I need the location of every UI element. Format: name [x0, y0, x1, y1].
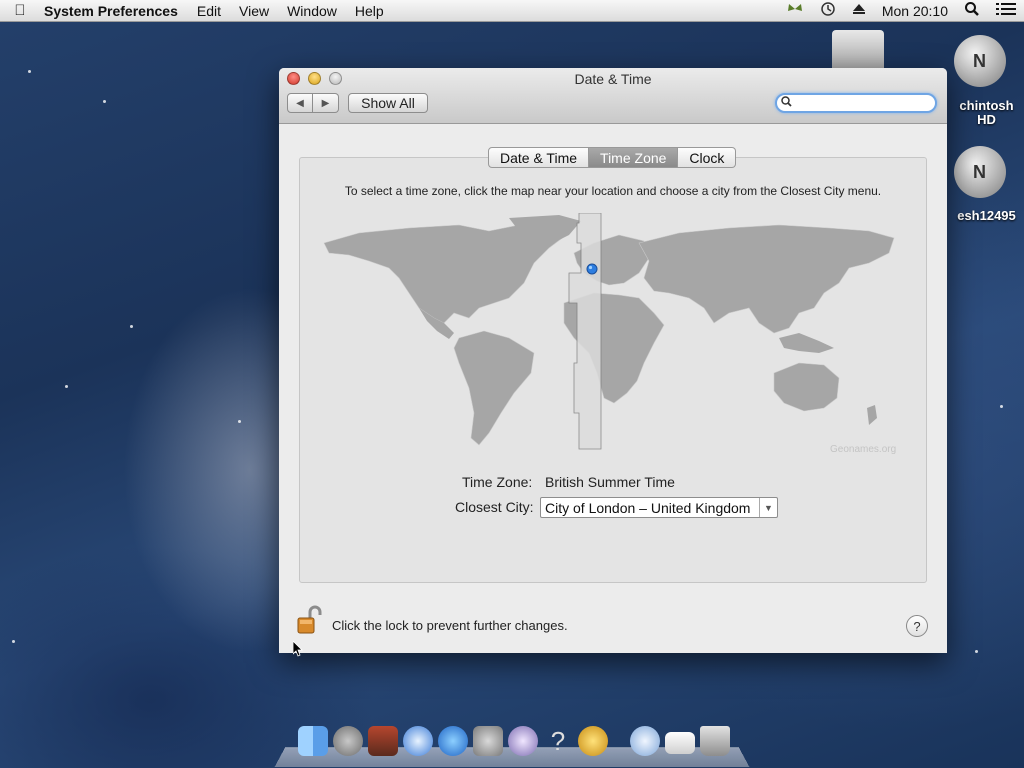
- back-button[interactable]: ◀: [287, 93, 313, 113]
- chevron-down-icon[interactable]: ▼: [759, 498, 777, 517]
- app-store-icon[interactable]: [438, 726, 468, 756]
- desktop-icon-label: esh12495: [957, 208, 1016, 223]
- lock-message: Click the lock to prevent further change…: [332, 618, 568, 633]
- launchpad-icon[interactable]: [333, 726, 363, 756]
- mouse-pointer-icon: [293, 641, 303, 657]
- trash-icon[interactable]: [700, 726, 730, 756]
- star: [28, 70, 31, 73]
- menu-app-name[interactable]: System Preferences: [40, 3, 188, 19]
- wizard-icon[interactable]: [508, 726, 538, 756]
- tab-bar: Date & Time Time Zone Clock: [488, 147, 737, 168]
- unlocked-padlock-icon[interactable]: [297, 605, 323, 635]
- butterfly-status-icon[interactable]: [778, 2, 812, 19]
- tab-date-time[interactable]: Date & Time: [488, 147, 590, 168]
- eject-icon[interactable]: [844, 2, 874, 19]
- desktop-icon-disk-2[interactable]: N esh12495: [935, 146, 1024, 223]
- show-all-button[interactable]: Show All: [348, 93, 428, 113]
- prohibited-app-icon[interactable]: [630, 726, 660, 756]
- help-icon[interactable]: ?: [543, 726, 573, 756]
- search-field[interactable]: [775, 93, 937, 113]
- star: [130, 325, 133, 328]
- star: [12, 640, 15, 643]
- safari-icon[interactable]: [403, 726, 433, 756]
- instructions-text: To select a time zone, click the map nea…: [344, 184, 882, 198]
- search-input[interactable]: [795, 96, 925, 111]
- menu-edit[interactable]: Edit: [188, 3, 230, 19]
- time-zone-label: Time Zone:: [462, 474, 533, 490]
- nav-buttons: ◀ ▶: [287, 93, 339, 113]
- star: [238, 420, 241, 423]
- photo-booth-icon[interactable]: [368, 726, 398, 756]
- forward-button[interactable]: ▶: [313, 93, 339, 113]
- apple-menu-icon[interactable]: : [0, 2, 40, 19]
- star: [1000, 405, 1003, 408]
- menu-bar:  System Preferences Edit View Window He…: [0, 0, 1024, 22]
- bee-icon[interactable]: [578, 726, 608, 756]
- notification-center-icon[interactable]: [988, 2, 1024, 19]
- search-icon: [781, 96, 792, 110]
- menu-window[interactable]: Window: [278, 3, 346, 19]
- star: [65, 385, 68, 388]
- date-time-window: Date & Time ◀ ▶ Show All Date & Time Tim…: [279, 68, 947, 653]
- star: [975, 650, 978, 653]
- menu-clock[interactable]: Mon 20:10: [874, 3, 956, 19]
- dock: ?: [274, 722, 750, 768]
- finder-icon[interactable]: [298, 726, 328, 756]
- spotlight-search-icon[interactable]: [956, 1, 988, 20]
- map-credit: Geonames.org: [830, 444, 897, 455]
- tab-clock[interactable]: Clock: [678, 147, 737, 168]
- closest-city-label: Closest City:: [455, 499, 534, 515]
- disk-icon: N: [953, 35, 1006, 87]
- tab-time-zone[interactable]: Time Zone: [589, 147, 679, 168]
- window-titlebar[interactable]: Date & Time ◀ ▶ Show All: [279, 68, 947, 124]
- closest-city-value: City of London – United Kingdom: [545, 499, 751, 516]
- window-title: Date & Time: [574, 71, 652, 87]
- menu-help[interactable]: Help: [346, 3, 393, 19]
- time-zone-value: British Summer Time: [545, 474, 675, 490]
- disk-icon: N: [953, 146, 1006, 198]
- help-button[interactable]: ?: [906, 615, 928, 637]
- system-preferences-icon[interactable]: [473, 726, 503, 756]
- closest-city-select[interactable]: City of London – United Kingdom ▼: [540, 497, 778, 518]
- world-time-zone-map[interactable]: [319, 213, 904, 457]
- star: [103, 100, 106, 103]
- time-machine-icon[interactable]: [812, 1, 844, 20]
- screen-icon[interactable]: [665, 732, 695, 754]
- external-drive-icon[interactable]: [832, 30, 884, 68]
- menu-view[interactable]: View: [230, 3, 278, 19]
- desktop-icon-label: chintosh HD: [959, 98, 1014, 127]
- desktop-icon-macintosh-hd[interactable]: N chintosh HD: [935, 35, 1024, 127]
